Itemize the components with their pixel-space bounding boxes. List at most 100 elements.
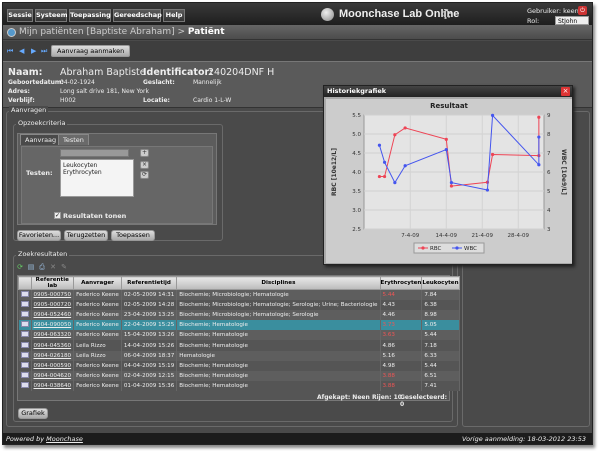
menu-toepassing[interactable]: Toepassing bbox=[69, 9, 111, 22]
add-test-icon[interactable]: + bbox=[140, 149, 149, 157]
criteria-tabs: Aanvraag Testen Testen: + Leukocyten Ery… bbox=[17, 133, 217, 225]
history-graph-window[interactable]: Historiekgrafiek × Resultaat 2.5 3.0 3.5 4.0… bbox=[323, 85, 573, 265]
rows-count: Rijen: 10 bbox=[372, 394, 402, 401]
column-header[interactable]: Leukocyten bbox=[421, 276, 460, 290]
role-select[interactable]: StJohn bbox=[555, 16, 589, 25]
table-cell: Leila Rizzo bbox=[73, 350, 122, 361]
x-tick-label: 14-4-09 bbox=[436, 233, 458, 239]
data-point-rbc bbox=[444, 137, 448, 141]
top-bar: Sessie Systeem Toepassing Gereedschap He… bbox=[3, 3, 592, 25]
table-row[interactable]: 0904-045360 Leila Rizzo 14-04-2009 15:26 Bi… bbox=[18, 340, 460, 351]
lab-reference-link[interactable]: 0905-000750 bbox=[31, 289, 75, 300]
table-row[interactable]: 0904-000590 Federico Keene 04-04-2009 15:1… bbox=[18, 360, 460, 371]
lab-reference-link[interactable]: 0904-004620 bbox=[31, 371, 75, 382]
tab-aanvraag[interactable]: Aanvraag bbox=[20, 134, 62, 145]
tests-list[interactable]: Leukocyten Erythrocyten bbox=[60, 159, 134, 197]
menu-sessie[interactable]: Sessie bbox=[7, 9, 33, 22]
lab-reference-link[interactable]: 0904-090050 bbox=[31, 320, 75, 331]
y-tick-label: 2.5 bbox=[352, 227, 361, 233]
table-cell: 15-04-2009 13:26 bbox=[121, 330, 178, 341]
add-request-button[interactable]: Aanvraag aanmaken bbox=[51, 45, 131, 57]
lab-reference-link[interactable]: 0904-052460 bbox=[31, 309, 75, 321]
lab-reference-link[interactable]: 0904-045360 bbox=[31, 340, 75, 351]
back-icon[interactable] bbox=[7, 28, 16, 37]
remove-test-icon[interactable]: × bbox=[140, 161, 149, 169]
column-header[interactable]: Referentie lab bbox=[30, 276, 75, 290]
open-icon[interactable]: ▤ bbox=[27, 263, 35, 271]
table-row[interactable]: 0904-063320 Federico Keene 15-04-2009 13:2… bbox=[18, 330, 460, 341]
menu-help[interactable]: Help bbox=[163, 9, 185, 22]
lab-reference-link[interactable]: 0904-026180 bbox=[31, 350, 75, 361]
column-header[interactable]: Disciplines bbox=[176, 276, 381, 290]
next-record-icon[interactable]: ▶ bbox=[31, 47, 39, 55]
table-row[interactable]: 0905-000720 Federico Keene 02-05-2009 14:2… bbox=[18, 299, 460, 310]
y2-tick-label: 5 bbox=[547, 189, 551, 195]
reset-button[interactable]: Terugzetten bbox=[64, 230, 108, 241]
envelope-icon bbox=[20, 331, 29, 338]
table-row[interactable]: 0904-026180 Leila Rizzo 06-04-2009 18:37 He… bbox=[18, 350, 460, 361]
table-row[interactable]: 0904-090050 Federico Keene 22-04-2009 15:2… bbox=[18, 320, 460, 331]
table-cell: Biochemie; Microbiologie; Hematologie bbox=[176, 289, 381, 300]
table-cell: Biochemie; Hematologie bbox=[176, 330, 381, 341]
lab-reference-link[interactable]: 0904-038640 bbox=[31, 381, 75, 392]
test-search-input[interactable] bbox=[60, 149, 129, 157]
breadcrumb-link[interactable]: Mijn patiënten [Baptiste Abraham] > bbox=[19, 27, 185, 37]
table-cell: 3.88 bbox=[380, 381, 423, 392]
tab-testen[interactable]: Testen bbox=[58, 134, 89, 145]
table-row[interactable]: 0904-038640 Federico Keene 01-04-2009 15:3… bbox=[18, 381, 460, 392]
table-cell: 7.41 bbox=[421, 381, 460, 392]
column-header[interactable] bbox=[18, 276, 32, 290]
y2-tick-label: 4 bbox=[547, 208, 551, 214]
show-results-checkbox[interactable]: ✓ bbox=[54, 212, 61, 219]
y2-tick-label: 9 bbox=[547, 113, 551, 119]
x-tick-label: 21-4-09 bbox=[472, 233, 494, 239]
first-record-icon[interactable]: ⏮ bbox=[7, 47, 15, 55]
table-cell bbox=[18, 330, 32, 341]
brand-link[interactable]: Moonchase bbox=[46, 435, 83, 443]
refresh-test-icon[interactable]: ⟳ bbox=[140, 171, 149, 179]
power-icon[interactable]: ⏻ bbox=[578, 6, 587, 15]
last-record-icon[interactable]: ⏭ bbox=[41, 47, 49, 55]
favorites-button[interactable]: Favorieten... bbox=[17, 230, 61, 241]
table-cell: Federico Keene bbox=[73, 330, 122, 341]
table-row[interactable]: 0905-000750 Federico Keene 02-05-2009 14:3… bbox=[18, 289, 460, 300]
column-header[interactable]: Referentietijd bbox=[120, 276, 178, 290]
menu-gereedschap[interactable]: Gereedschap bbox=[113, 9, 162, 22]
close-icon[interactable]: × bbox=[561, 87, 570, 96]
identifier-label: Identificator: bbox=[143, 67, 213, 78]
table-row[interactable]: 0904-004620 Federico Keene 02-04-2009 12:1… bbox=[18, 371, 460, 382]
table-cell: 04-04-2009 15:19 bbox=[121, 360, 178, 371]
test-item[interactable]: Erythrocyten bbox=[63, 169, 131, 176]
envelope-icon bbox=[20, 300, 29, 307]
data-point-wbc bbox=[490, 113, 495, 117]
data-point-rbc bbox=[377, 174, 382, 179]
search-results-legend: Zoekresultaten bbox=[16, 250, 70, 258]
table-cell: Biochemie; Hematologie bbox=[176, 360, 381, 371]
apply-button[interactable]: Toepassen bbox=[111, 230, 155, 241]
table-row[interactable]: 0904-052460 Federico Keene 23-04-2009 13:2… bbox=[18, 309, 460, 321]
table-cell bbox=[18, 350, 32, 361]
lab-reference-link[interactable]: 0904-063320 bbox=[31, 330, 75, 341]
delete-icon[interactable]: ✕ bbox=[49, 263, 57, 271]
envelope-icon bbox=[20, 382, 29, 389]
edit-icon[interactable]: ✎ bbox=[60, 263, 68, 271]
test-item[interactable]: Leukocyten bbox=[63, 162, 131, 169]
envelope-icon bbox=[20, 361, 29, 368]
column-header[interactable]: Erythrocyten bbox=[379, 276, 423, 290]
print-icon[interactable]: ⎙ bbox=[38, 263, 46, 271]
table-cell bbox=[18, 360, 32, 371]
lab-reference-link[interactable]: 0904-000590 bbox=[31, 360, 75, 371]
y-tick-label: 4.5 bbox=[352, 151, 361, 157]
lab-reference-link[interactable]: 0905-000720 bbox=[31, 299, 75, 310]
table-cell: 6.33 bbox=[421, 350, 460, 361]
data-point-wbc bbox=[382, 160, 387, 164]
graph-button[interactable]: Grafiek bbox=[18, 408, 48, 419]
status-bar: Powered by Moonchase Vorige aanmelding: … bbox=[3, 433, 592, 444]
previous-record-icon[interactable]: ◀ bbox=[19, 47, 27, 55]
refresh-icon[interactable]: ⟳ bbox=[16, 263, 24, 271]
graph-window-title[interactable]: Historiekgrafiek bbox=[324, 86, 572, 97]
column-header[interactable]: Aanvrager bbox=[73, 276, 122, 290]
menu-systeem[interactable]: Systeem bbox=[35, 9, 67, 22]
moon-logo-icon bbox=[321, 8, 334, 21]
envelope-icon bbox=[20, 341, 29, 348]
